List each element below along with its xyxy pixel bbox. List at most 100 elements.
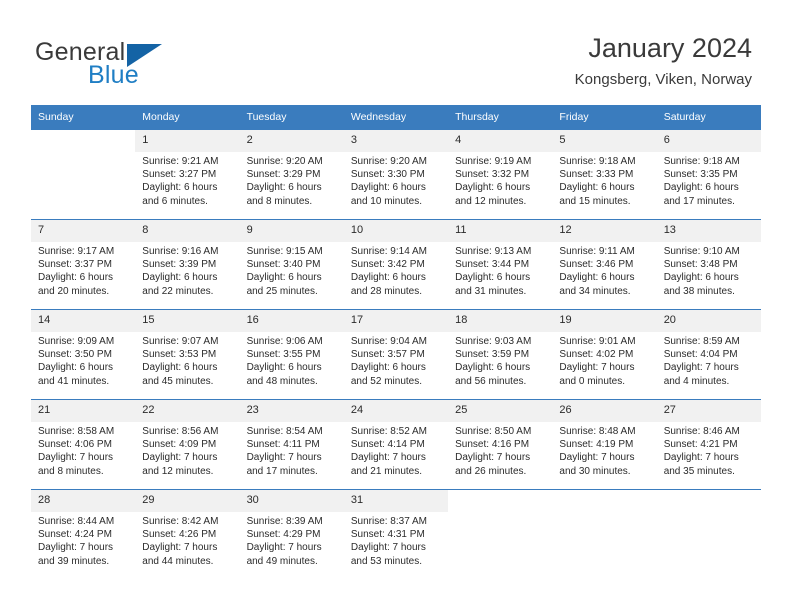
calendar-day-cell[interactable]: 3 Sunrise: 9:20 AM Sunset: 3:30 PM Daylight… — [343, 129, 449, 220]
sunrise-text: Sunrise: 9:18 AM — [663, 156, 740, 167]
day-number: 15 — [135, 310, 240, 332]
daylight-text: Daylight: 6 hours and 48 minutes. — [246, 362, 322, 387]
calendar-day-cell[interactable]: 22 Sunrise: 8:56 AM Sunset: 4:09 PM Dayligh… — [135, 399, 240, 490]
calendar-day-cell[interactable]: 28 Sunrise: 8:44 AM Sunset: 4:24 PM Dayligh… — [31, 489, 136, 579]
calendar-day-cell[interactable]: 1 Sunrise: 9:21 AM Sunset: 3:27 PM Daylight… — [135, 129, 240, 220]
sunset-text: Sunset: 4:06 PM — [38, 439, 112, 451]
calendar-day-cell[interactable]: 7 Sunrise: 9:17 AM Sunset: 3:37 PM Daylight… — [31, 219, 136, 310]
sunrise-text: Sunrise: 9:03 AM — [455, 336, 532, 347]
day-details: Sunrise: 8:52 AM Sunset: 4:14 PM Daylight:… — [344, 422, 448, 478]
sunset-text: Sunset: 3:53 PM — [142, 349, 217, 361]
calendar-body: 1 Sunrise: 9:21 AM Sunset: 3:27 PM Daylight… — [31, 129, 761, 579]
day-number: 29 — [135, 490, 240, 512]
calendar-day-cell[interactable]: 9 Sunrise: 9:15 AM Sunset: 3:40 PM Daylight… — [239, 219, 344, 310]
calendar-day-cell[interactable]: 18 Sunrise: 9:03 AM Sunset: 3:59 PM Dayligh… — [448, 309, 553, 400]
daylight-text: Daylight: 7 hours and 8 minutes. — [38, 452, 114, 477]
calendar-day-cell[interactable]: 8 Sunrise: 9:16 AM Sunset: 3:39 PM Daylight… — [135, 219, 240, 310]
day-number: 5 — [552, 130, 657, 152]
sunset-text: Sunset: 4:11 PM — [246, 439, 320, 451]
sunset-text: Sunset: 4:19 PM — [559, 439, 634, 451]
day-details: Sunrise: 9:18 AM Sunset: 3:35 PM Daylight:… — [657, 152, 761, 208]
daylight-text: Daylight: 7 hours and 12 minutes. — [142, 452, 218, 477]
page-subtitle: Kongsberg, Viken, Norway — [574, 71, 752, 88]
brand-logo[interactable]: General Blue — [35, 38, 215, 90]
calendar-day-cell[interactable]: 24 Sunrise: 8:52 AM Sunset: 4:14 PM Dayligh… — [343, 399, 449, 490]
sunrise-text: Sunrise: 8:50 AM — [455, 426, 532, 437]
day-details: Sunrise: 8:48 AM Sunset: 4:19 PM Daylight:… — [552, 422, 656, 478]
daylight-text: Daylight: 6 hours and 6 minutes. — [142, 182, 218, 207]
calendar-day-cell[interactable]: 23 Sunrise: 8:54 AM Sunset: 4:11 PM Dayligh… — [239, 399, 344, 490]
sunset-text: Sunset: 3:48 PM — [663, 259, 738, 271]
day-number: 19 — [552, 310, 657, 332]
calendar-day-cell[interactable]: 12 Sunrise: 9:11 AM Sunset: 3:46 PM Dayligh… — [552, 219, 657, 310]
sunset-text: Sunset: 4:09 PM — [142, 439, 217, 451]
sunrise-text: Sunrise: 8:52 AM — [350, 426, 427, 437]
calendar-day-cell[interactable]: 19 Sunrise: 9:01 AM Sunset: 4:02 PM Dayligh… — [552, 309, 657, 400]
day-details: Sunrise: 8:44 AM Sunset: 4:24 PM Daylight:… — [31, 512, 135, 568]
sunset-text: Sunset: 3:42 PM — [350, 259, 425, 271]
day-details: Sunrise: 9:18 AM Sunset: 3:33 PM Daylight:… — [552, 152, 656, 208]
sunset-text: Sunset: 4:21 PM — [663, 439, 738, 451]
sunrise-text: Sunrise: 9:11 AM — [559, 246, 635, 257]
day-details: Sunrise: 8:46 AM Sunset: 4:21 PM Daylight:… — [657, 422, 761, 478]
day-number: 27 — [656, 400, 761, 422]
daylight-text: Daylight: 6 hours and 20 minutes. — [38, 272, 114, 297]
day-details: Sunrise: 9:17 AM Sunset: 3:37 PM Daylight:… — [31, 242, 135, 298]
daylight-text: Daylight: 7 hours and 4 minutes. — [663, 362, 739, 387]
calendar-day-cell[interactable]: 4 Sunrise: 9:19 AM Sunset: 3:32 PM Daylight… — [448, 129, 553, 220]
calendar-day-cell[interactable]: 13 Sunrise: 9:10 AM Sunset: 3:48 PM Dayligh… — [656, 219, 761, 310]
brand-logo-blue-text: Blue — [88, 61, 139, 89]
sunrise-text: Sunrise: 8:46 AM — [663, 426, 740, 437]
sunset-text: Sunset: 3:44 PM — [455, 259, 530, 271]
calendar-day-cell[interactable]: 17 Sunrise: 9:04 AM Sunset: 3:57 PM Dayligh… — [343, 309, 449, 400]
calendar-day-cell[interactable]: 15 Sunrise: 9:07 AM Sunset: 3:53 PM Dayligh… — [135, 309, 240, 400]
daylight-text: Daylight: 6 hours and 28 minutes. — [350, 272, 426, 297]
calendar-day-cell[interactable]: 10 Sunrise: 9:14 AM Sunset: 3:42 PM Dayligh… — [343, 219, 449, 310]
day-number: 3 — [343, 130, 449, 152]
calendar-day-cell[interactable]: 6 Sunrise: 9:18 AM Sunset: 3:35 PM Daylight… — [656, 129, 761, 220]
calendar-day-cell[interactable]: 5 Sunrise: 9:18 AM Sunset: 3:33 PM Daylight… — [552, 129, 657, 220]
day-details: Sunrise: 9:14 AM Sunset: 3:42 PM Daylight:… — [344, 242, 448, 298]
sunset-text: Sunset: 3:29 PM — [246, 169, 321, 181]
sunrise-text: Sunrise: 8:59 AM — [663, 336, 740, 347]
page-title: January 2024 — [588, 33, 752, 63]
day-details: Sunrise: 9:07 AM Sunset: 3:53 PM Daylight:… — [135, 332, 239, 388]
daylight-text: Daylight: 6 hours and 10 minutes. — [350, 182, 426, 207]
calendar-day-cell[interactable]: 27 Sunrise: 8:46 AM Sunset: 4:21 PM Dayligh… — [656, 399, 761, 490]
sunrise-text: Sunrise: 8:58 AM — [38, 426, 115, 437]
calendar-day-cell[interactable]: 16 Sunrise: 9:06 AM Sunset: 3:55 PM Dayligh… — [239, 309, 344, 400]
daylight-text: Daylight: 7 hours and 39 minutes. — [38, 542, 114, 567]
calendar-day-cell[interactable]: 20 Sunrise: 8:59 AM Sunset: 4:04 PM Dayligh… — [656, 309, 761, 400]
day-details: Sunrise: 8:54 AM Sunset: 4:11 PM Daylight:… — [240, 422, 344, 478]
day-number: 24 — [343, 400, 449, 422]
sunset-text: Sunset: 4:14 PM — [350, 439, 425, 451]
day-number: 30 — [239, 490, 344, 512]
day-details: Sunrise: 8:39 AM Sunset: 4:29 PM Daylight:… — [240, 512, 344, 568]
calendar-day-cell[interactable]: 26 Sunrise: 8:48 AM Sunset: 4:19 PM Dayligh… — [552, 399, 657, 490]
day-details: Sunrise: 9:15 AM Sunset: 3:40 PM Daylight:… — [240, 242, 344, 298]
calendar-day-cell[interactable]: 2 Sunrise: 9:20 AM Sunset: 3:29 PM Daylight… — [239, 129, 344, 220]
calendar-day-cell[interactable]: 14 Sunrise: 9:09 AM Sunset: 3:50 PM Dayligh… — [31, 309, 136, 400]
sunset-text: Sunset: 3:46 PM — [559, 259, 634, 271]
sunrise-text: Sunrise: 8:37 AM — [350, 516, 427, 527]
day-details: Sunrise: 9:20 AM Sunset: 3:29 PM Daylight:… — [240, 152, 344, 208]
calendar-day-cell[interactable]: 30 Sunrise: 8:39 AM Sunset: 4:29 PM Dayligh… — [239, 489, 344, 579]
sunset-text: Sunset: 4:04 PM — [663, 349, 738, 361]
calendar-day-cell[interactable]: 29 Sunrise: 8:42 AM Sunset: 4:26 PM Dayligh… — [135, 489, 240, 579]
calendar-day-cell[interactable]: 21 Sunrise: 8:58 AM Sunset: 4:06 PM Dayligh… — [31, 399, 136, 490]
day-details: Sunrise: 9:19 AM Sunset: 3:32 PM Daylight:… — [448, 152, 552, 208]
calendar-week-row: 7 Sunrise: 9:17 AM Sunset: 3:37 PM Daylight… — [31, 219, 761, 310]
weekday-header-tuesday: Tuesday — [239, 105, 344, 130]
sunset-text: Sunset: 3:27 PM — [142, 169, 217, 181]
title-block: January 2024 Kongsberg, Viken, Norway — [575, 32, 752, 89]
daylight-text: Daylight: 6 hours and 12 minutes. — [455, 182, 531, 207]
calendar-day-cell[interactable]: 31 Sunrise: 8:37 AM Sunset: 4:31 PM Dayligh… — [343, 489, 449, 579]
calendar-day-cell[interactable]: 11 Sunrise: 9:13 AM Sunset: 3:44 PM Dayligh… — [448, 219, 553, 310]
day-number: 4 — [448, 130, 553, 152]
calendar-day-cell[interactable]: 25 Sunrise: 8:50 AM Sunset: 4:16 PM Dayligh… — [448, 399, 553, 490]
daylight-text: Daylight: 6 hours and 15 minutes. — [559, 182, 635, 207]
day-number: 9 — [239, 220, 344, 242]
calendar-empty-cell — [31, 129, 136, 220]
daylight-text: Daylight: 6 hours and 38 minutes. — [663, 272, 739, 297]
sunrise-text: Sunrise: 9:20 AM — [246, 156, 323, 167]
